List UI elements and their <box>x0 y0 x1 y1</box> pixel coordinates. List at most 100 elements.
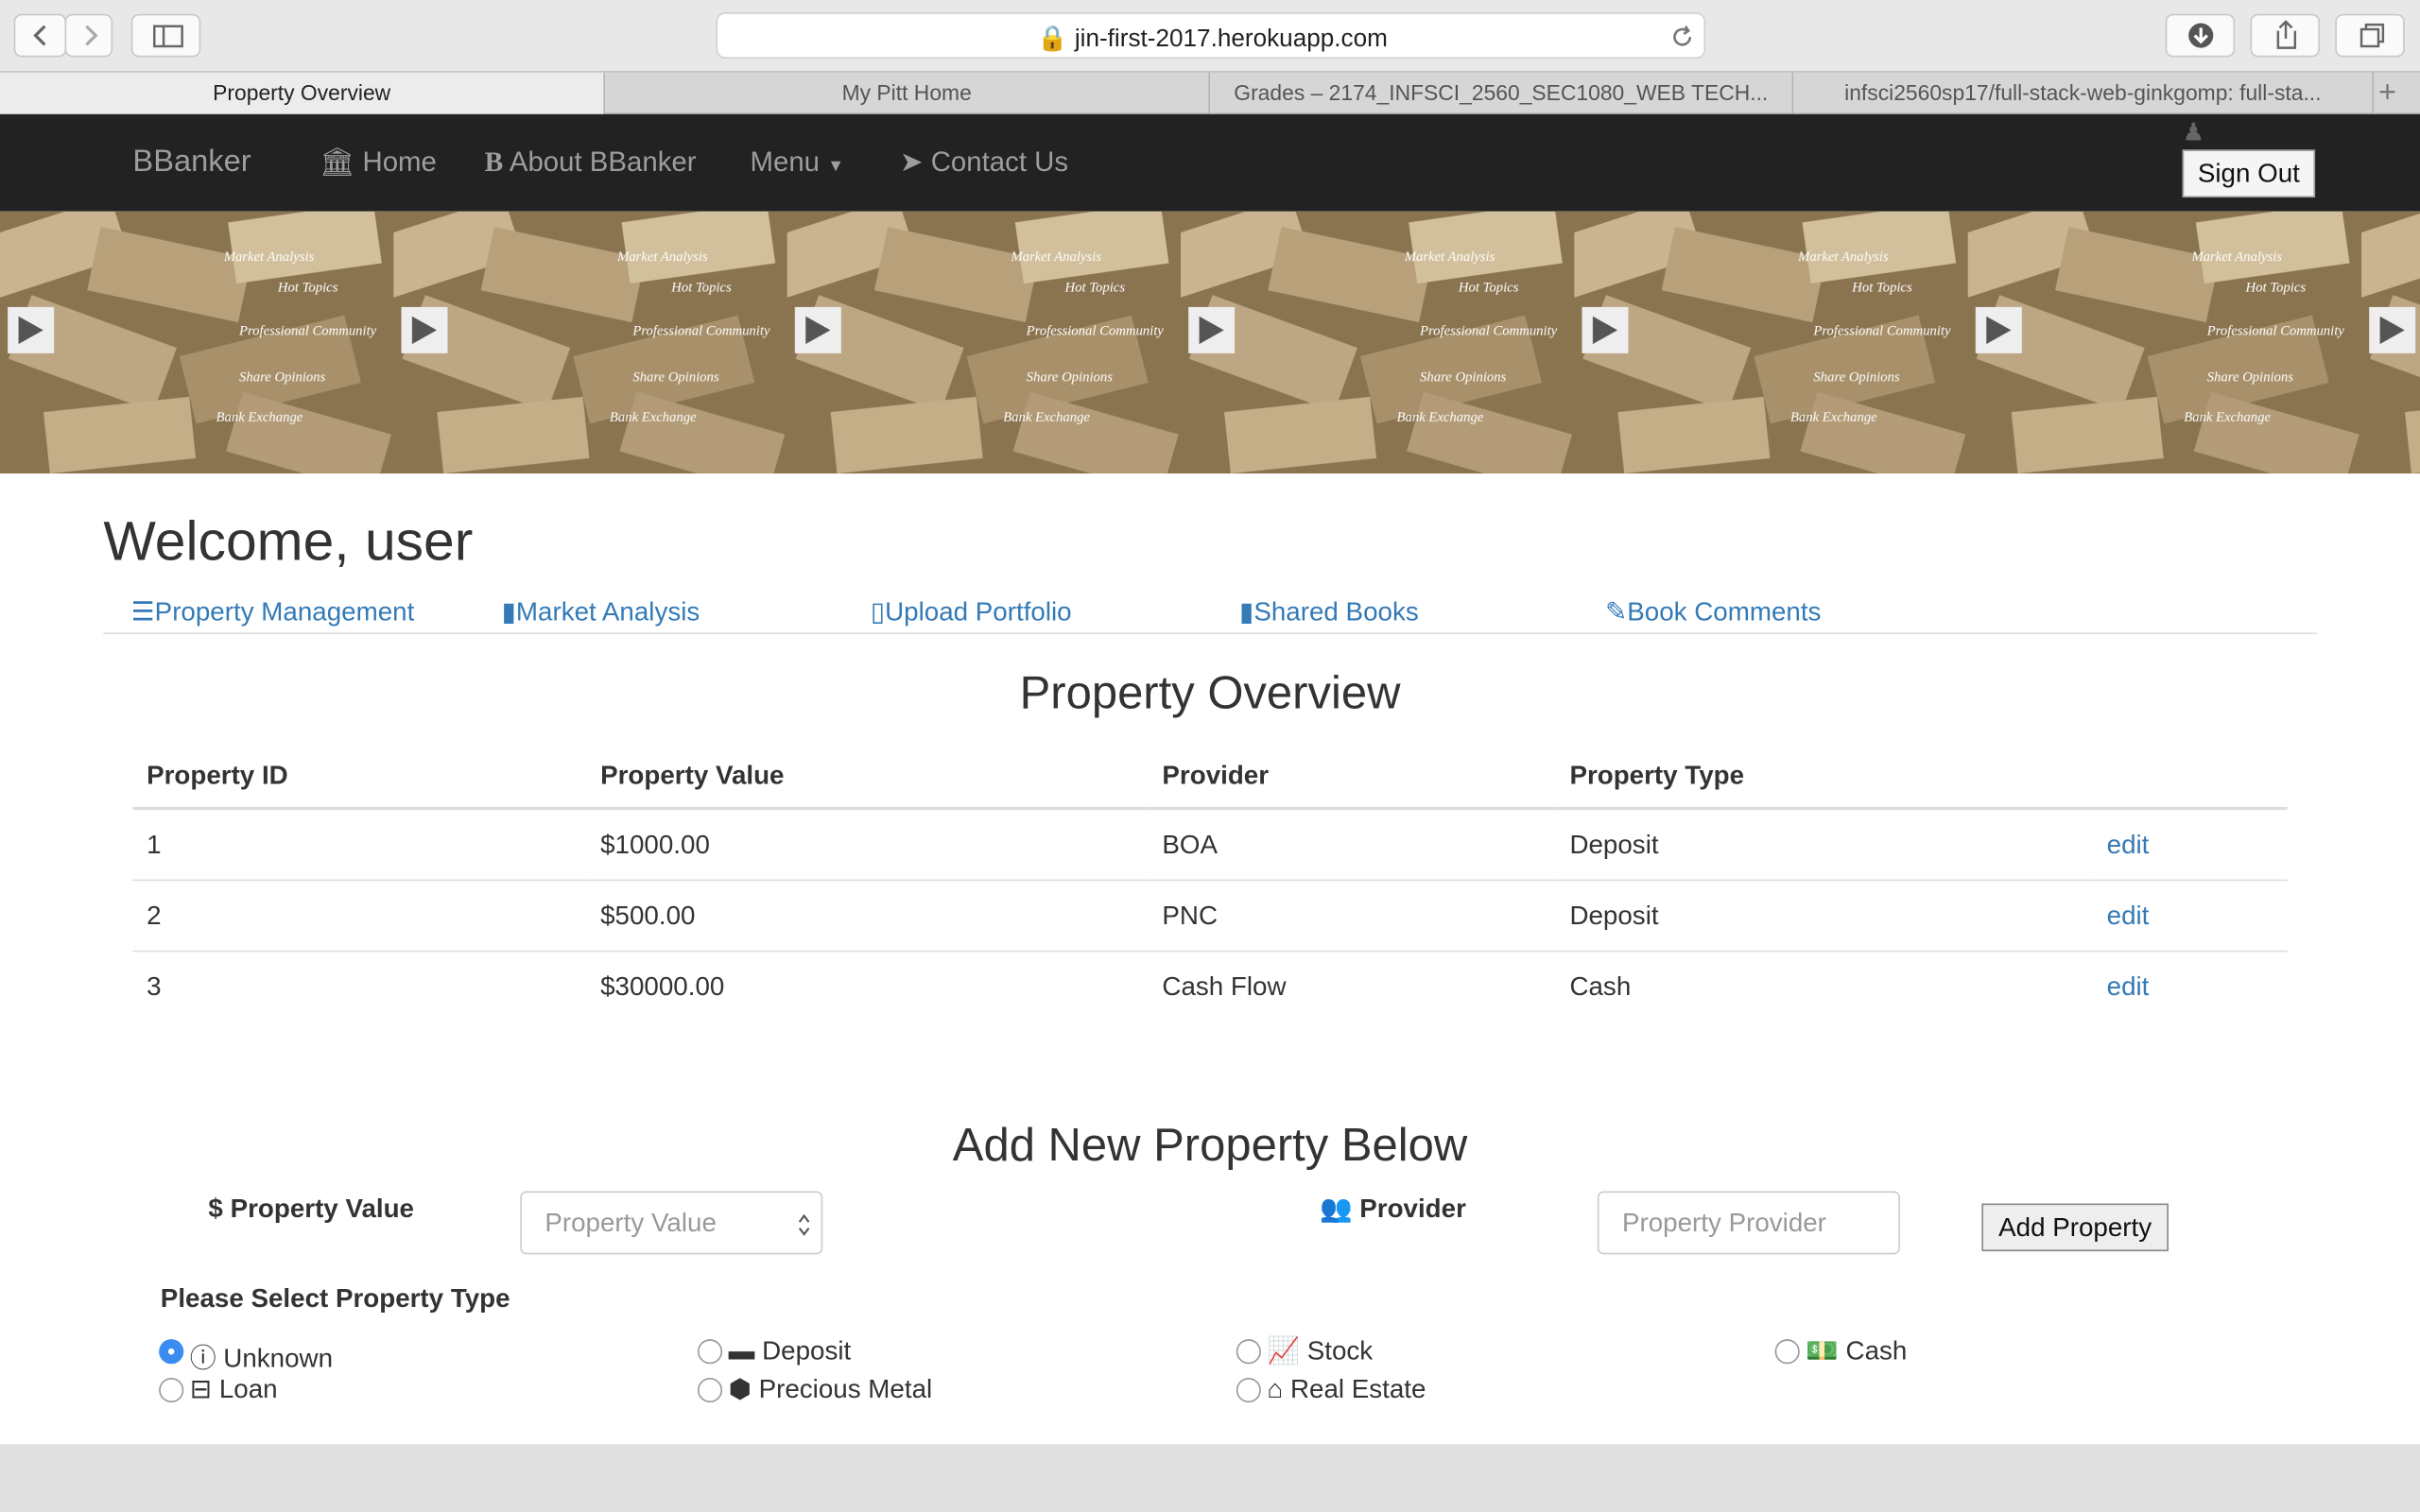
browser-tab[interactable]: Property Overview <box>0 72 606 114</box>
list-icon: ☰ <box>130 596 155 627</box>
subnav-upload-portfolio[interactable]: ▯Upload Portfolio <box>871 597 1072 628</box>
option-label: Stock <box>1306 1335 1374 1366</box>
url-label: jin-first-2017.herokuapp.com <box>1074 26 1388 53</box>
chevron-left-icon <box>33 25 46 46</box>
radio-unknown[interactable] <box>159 1339 184 1365</box>
cell-value: $30000.00 <box>600 971 725 1001</box>
tab-strip: Property Overview My Pitt Home Grades – … <box>0 71 2420 114</box>
subnav-label: Property Management <box>154 596 415 627</box>
tabs-icon <box>2360 23 2385 48</box>
credit-card-icon: ▬ <box>728 1335 755 1366</box>
nav-home[interactable]: 🏛 Home <box>320 146 437 179</box>
book-icon: ▮ <box>1239 596 1254 627</box>
subnav-shared-books[interactable]: ▮Shared Books <box>1239 597 1419 628</box>
browser-tab[interactable]: My Pitt Home <box>605 72 1211 114</box>
column-header-actions <box>2092 743 2288 811</box>
add-property-button[interactable]: Add Property <box>1981 1203 2169 1252</box>
provider-input[interactable]: Property Provider <box>1597 1191 1900 1255</box>
table-header-row: Property ID Property Value Provider Prop… <box>132 743 2288 811</box>
nav-about-label: About BBanker <box>509 146 697 178</box>
nav-contact[interactable]: ➤ Contact Us <box>900 146 1068 179</box>
option-label: Loan <box>218 1374 278 1404</box>
cell-type: Cash <box>1569 971 1632 1001</box>
hero-banner: Market Analysis Hot Topics Professional … <box>0 211 2420 474</box>
nav-home-label: Home <box>362 146 437 178</box>
property-value-input[interactable]: Property Value <box>520 1191 823 1255</box>
sign-out-button[interactable]: Sign Out <box>2182 149 2316 198</box>
overview-heading: Property Overview <box>1019 667 1401 719</box>
nav-about[interactable]: B About BBanker <box>485 146 697 179</box>
caret-down-icon: ▼ <box>827 157 844 177</box>
nav-contact-label: Contact Us <box>930 146 1069 178</box>
tabs-overview-button[interactable] <box>2335 13 2405 58</box>
table-row: 3 $30000.00 Cash Flow Cash edit <box>132 952 2287 1022</box>
home-icon: ⌂ <box>1267 1374 1284 1404</box>
back-button[interactable] <box>13 13 67 58</box>
column-header: Property Type <box>1555 743 2093 811</box>
subnav-property-management[interactable]: ☰Property Management <box>131 597 415 628</box>
cell-type: Deposit <box>1555 808 2093 882</box>
nav-menu-dropdown[interactable]: Menu ▼ <box>750 146 843 179</box>
banner-image: Market Analysis Hot Topics Professional … <box>0 211 2420 474</box>
share-button[interactable] <box>2250 13 2320 58</box>
table-row: 1 $1000.00 BOA Deposit edit <box>132 808 2288 882</box>
subnav-label: Upload Portfolio <box>885 596 1072 627</box>
address-bar[interactable]: 🔒 jin-first-2017.herokuapp.com <box>716 12 1707 60</box>
page-footer <box>0 1444 2420 1512</box>
property-table: Property ID Property Value Provider Prop… <box>132 743 2288 1022</box>
forward-button[interactable] <box>64 13 113 58</box>
option-label: Deposit <box>762 1335 852 1366</box>
users-icon: 👥 <box>1319 1194 1353 1224</box>
radio-deposit[interactable] <box>697 1339 723 1365</box>
browser-tab[interactable]: Grades – 2174_INFSCI_2560_SEC1080_WEB TE… <box>1210 72 1794 114</box>
page-title: Welcome, user <box>103 508 474 573</box>
subnav-market-analysis[interactable]: ▮Market Analysis <box>502 597 700 628</box>
cell-value: $1000.00 <box>586 808 1149 882</box>
question-circle-icon: ⓘ <box>189 1344 216 1374</box>
radio-loan[interactable] <box>159 1378 184 1403</box>
provider-label-text: Provider <box>1359 1194 1466 1224</box>
subnav-label: Shared Books <box>1253 596 1419 627</box>
minus-square-icon: ⊟ <box>189 1374 213 1404</box>
new-tab-icon[interactable]: + <box>2378 76 2396 112</box>
provider-label: 👥 Provider <box>1320 1194 1466 1226</box>
reload-icon[interactable] <box>1668 23 1696 50</box>
pencil-icon: ✎ <box>1605 596 1628 627</box>
cell-type: Deposit <box>1555 880 2093 953</box>
edit-link[interactable]: edit <box>2092 808 2288 882</box>
property-value-placeholder: Property Value <box>544 1208 717 1238</box>
cell-id: 2 <box>132 880 587 953</box>
downloads-button[interactable] <box>2165 13 2236 58</box>
cell-id: 1 <box>132 808 587 882</box>
edit-link[interactable]: edit <box>2092 880 2288 953</box>
cell-value: $500.00 <box>586 880 1149 953</box>
edit-link[interactable]: edit <box>2093 952 2288 1022</box>
cell-provider: Cash Flow <box>1162 971 1287 1001</box>
nav-menu-label: Menu <box>750 146 821 178</box>
dollar-icon: $ <box>208 1194 223 1224</box>
download-icon <box>2188 23 2214 48</box>
radio-real-estate[interactable] <box>1236 1378 1261 1403</box>
bold-b-icon: B <box>484 146 504 178</box>
radio-precious-metal[interactable] <box>697 1378 723 1403</box>
column-header: Property ID <box>132 743 587 811</box>
radio-stock[interactable] <box>1236 1339 1261 1365</box>
subnav-label: Book Comments <box>1627 596 1822 627</box>
cell-provider: BOA <box>1148 808 1556 882</box>
sidebar-toggle-button[interactable] <box>130 13 201 58</box>
brand-logo[interactable]: BBanker <box>132 145 251 180</box>
radio-cash[interactable] <box>1774 1339 1800 1365</box>
browser-tab[interactable]: infsci2560sp17/full-stack-web-ginkgomp: … <box>1793 72 2375 114</box>
provider-placeholder: Property Provider <box>1621 1208 1826 1238</box>
number-spinner-icon[interactable] <box>796 1211 811 1239</box>
money-icon: 💵 <box>1806 1335 1839 1366</box>
cell-provider: PNC <box>1148 880 1556 953</box>
subnav-book-comments[interactable]: ✎Book Comments <box>1605 597 1821 628</box>
user-icon: ♟ <box>2182 120 2205 147</box>
page-root: 🔒 jin-first-2017.herokuapp.com Property … <box>0 0 2420 1512</box>
line-chart-icon: 📈 <box>1267 1335 1301 1366</box>
property-value-label: $ Property Value <box>208 1194 414 1226</box>
url-text: 🔒 jin-first-2017.herokuapp.com <box>717 23 1707 54</box>
cell-id: 3 <box>147 971 162 1001</box>
sidebar-icon <box>153 25 183 48</box>
